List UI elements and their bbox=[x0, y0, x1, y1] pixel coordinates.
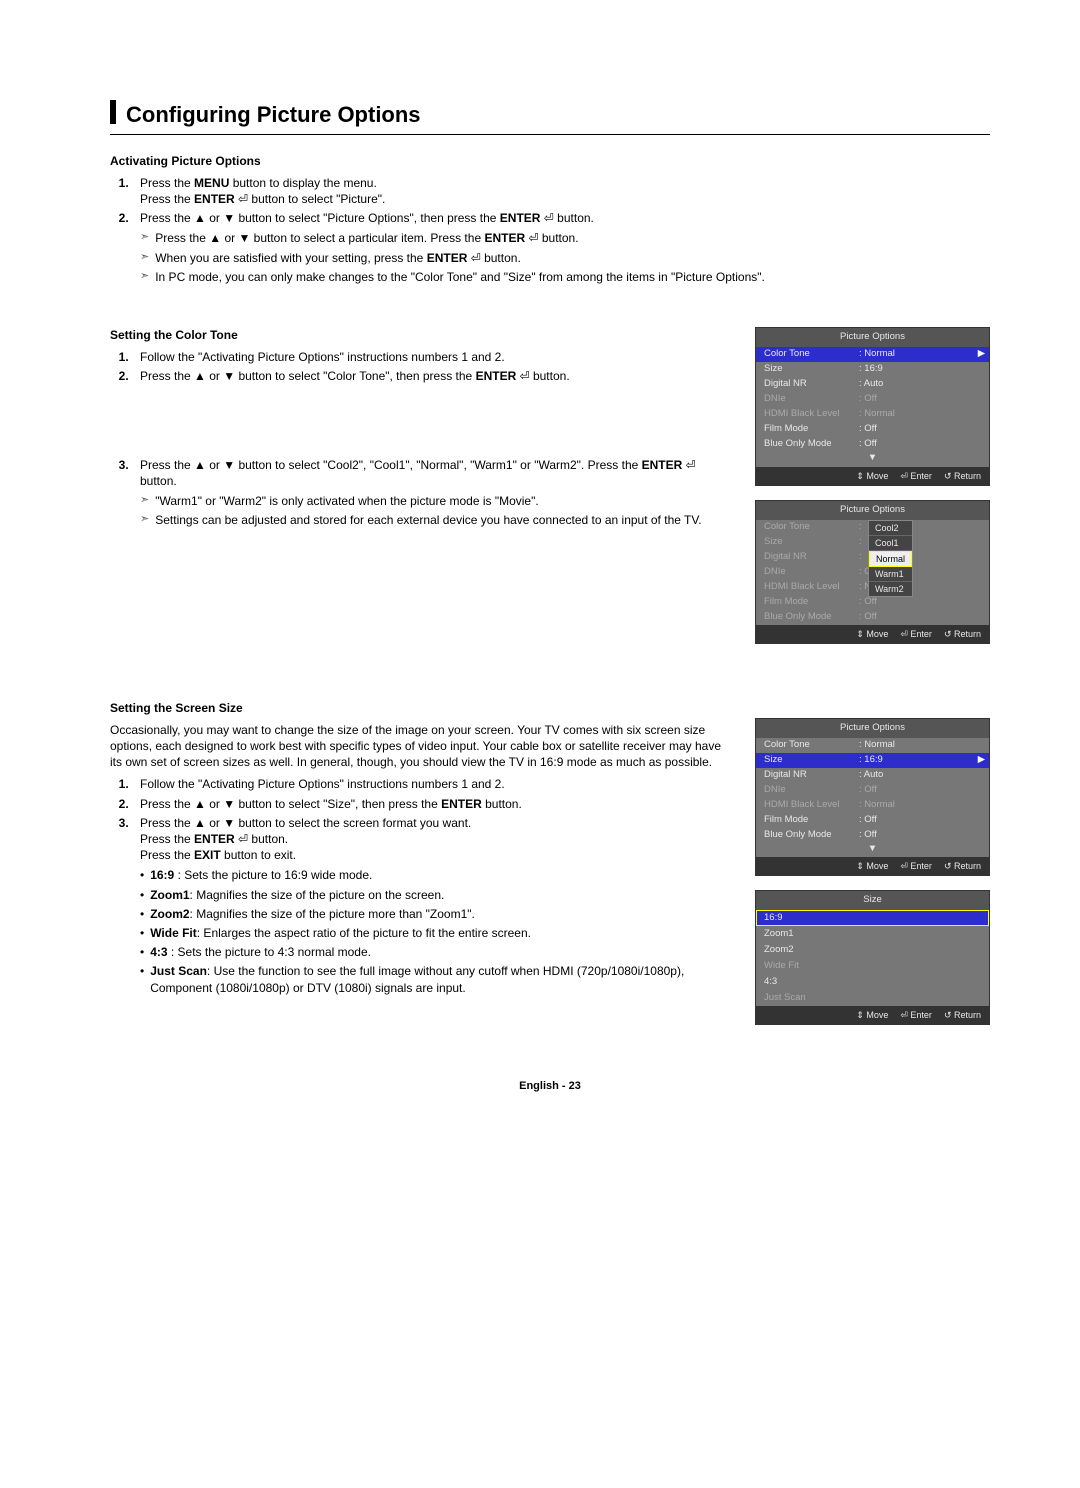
ct-step-2: Press the ▲ or ▼ button to select "Color… bbox=[132, 368, 735, 384]
screensize-intro: Occasionally, you may want to change the… bbox=[110, 722, 735, 771]
bullet-169: 16:9 : Sets the picture to 16:9 wide mod… bbox=[140, 867, 735, 883]
osd1-row-size[interactable]: Size16:9 bbox=[756, 362, 989, 377]
section-activating: Activating Picture Options Press the MEN… bbox=[110, 153, 990, 285]
osd1-row-hdmi: HDMI Black LevelNormal bbox=[756, 407, 989, 422]
osd3-row-dnie: DNIeOff bbox=[756, 783, 989, 798]
osd2-row-blue: Blue Only ModeOff bbox=[756, 610, 989, 625]
size-opt-43[interactable]: 4:3 bbox=[756, 974, 989, 990]
osd1-row-blue[interactable]: Blue Only ModeOff bbox=[756, 437, 989, 452]
opt-normal[interactable]: Normal bbox=[869, 551, 912, 567]
osd3-row-colortone[interactable]: Color ToneNormal bbox=[756, 738, 989, 753]
title-accent bbox=[110, 100, 116, 124]
osd4-title: Size bbox=[756, 891, 989, 910]
colortone-steps-2: Press the ▲ or ▼ button to select "Cool2… bbox=[110, 457, 735, 489]
page-footer: English - 23 bbox=[110, 1079, 990, 1094]
ct-note-2: Settings can be adjusted and stored for … bbox=[140, 512, 735, 528]
screensize-steps: Follow the "Activating Picture Options" … bbox=[110, 776, 735, 863]
size-opt-169[interactable]: 16:9 bbox=[756, 910, 989, 926]
size-opt-zoom2[interactable]: Zoom2 bbox=[756, 942, 989, 958]
bullet-widefit: Wide Fit: Enlarges the aspect ratio of t… bbox=[140, 925, 735, 941]
osd3-row-film[interactable]: Film ModeOff bbox=[756, 813, 989, 828]
osd-panel-2: Picture Options Color Tone Size Digital … bbox=[755, 500, 990, 644]
bullet-zoom1: Zoom1: Magnifies the size of the picture… bbox=[140, 887, 735, 903]
osd1-title: Picture Options bbox=[756, 328, 989, 347]
osd1-footer: ⇕ Move ⏎ Enter ↺ Return bbox=[756, 467, 989, 485]
ct-step-1: Follow the "Activating Picture Options" … bbox=[132, 349, 735, 365]
osd2-title: Picture Options bbox=[756, 501, 989, 520]
heading-activating: Activating Picture Options bbox=[110, 153, 990, 169]
size-opt-widefit: Wide Fit bbox=[756, 958, 989, 974]
osd4-footer: ⇕ Move ⏎ Enter ↺ Return bbox=[756, 1006, 989, 1024]
osd3-title: Picture Options bbox=[756, 719, 989, 738]
heading-screen-size: Setting the Screen Size bbox=[110, 700, 735, 716]
bullet-43: 4:3 : Sets the picture to 4:3 normal mod… bbox=[140, 944, 735, 960]
size-opt-justscan: Just Scan bbox=[756, 990, 989, 1006]
osd3-row-blue[interactable]: Blue Only ModeOff bbox=[756, 828, 989, 843]
section-color-tone: Setting the Color Tone Follow the "Activ… bbox=[110, 327, 990, 658]
bullet-zoom2: Zoom2: Magnifies the size of the picture… bbox=[140, 906, 735, 922]
ct-note-1: "Warm1" or "Warm2" is only activated whe… bbox=[140, 493, 735, 509]
ct-step-3: Press the ▲ or ▼ button to select "Cool2… bbox=[132, 457, 735, 489]
osd1-row-dnr[interactable]: Digital NRAuto bbox=[756, 377, 989, 392]
opt-warm2[interactable]: Warm2 bbox=[869, 582, 912, 596]
osd1-row-colortone[interactable]: Color ToneNormal▶ bbox=[756, 347, 989, 362]
ss-step-1: Follow the "Activating Picture Options" … bbox=[132, 776, 735, 792]
size-bullets: 16:9 : Sets the picture to 16:9 wide mod… bbox=[110, 867, 735, 995]
step-1: Press the MENU button to display the men… bbox=[132, 175, 990, 207]
osd1-down-icon: ▼ bbox=[756, 452, 989, 467]
ss-step-3: Press the ▲ or ▼ button to select the sc… bbox=[132, 815, 735, 864]
osd3-row-hdmi: HDMI Black LevelNormal bbox=[756, 798, 989, 813]
osd-panel-size: Size 16:9 Zoom1 Zoom2 Wide Fit 4:3 Just … bbox=[755, 890, 990, 1025]
note-1: Press the ▲ or ▼ button to select a part… bbox=[140, 230, 990, 246]
play-icon: ▶ bbox=[978, 754, 985, 767]
activating-steps: Press the MENU button to display the men… bbox=[110, 175, 990, 227]
ss-step-2: Press the ▲ or ▼ button to select "Size"… bbox=[132, 796, 735, 812]
note-2: When you are satisfied with your setting… bbox=[140, 250, 990, 266]
colortone-dropdown[interactable]: Cool2 Cool1 Normal Warm1 Warm2 bbox=[868, 520, 913, 598]
size-opt-zoom1[interactable]: Zoom1 bbox=[756, 926, 989, 942]
osd3-down-icon: ▼ bbox=[756, 843, 989, 858]
opt-cool2[interactable]: Cool2 bbox=[869, 521, 912, 536]
osd3-row-dnr[interactable]: Digital NRAuto bbox=[756, 768, 989, 783]
page-title: Configuring Picture Options bbox=[126, 100, 421, 130]
play-icon: ▶ bbox=[978, 348, 985, 361]
osd3-footer: ⇕ Move ⏎ Enter ↺ Return bbox=[756, 857, 989, 875]
note-3: In PC mode, you can only make changes to… bbox=[140, 269, 990, 285]
step-2: Press the ▲ or ▼ button to select "Pictu… bbox=[132, 210, 990, 226]
bullet-justscan: Just Scan: Use the function to see the f… bbox=[140, 963, 735, 995]
osd2-footer: ⇕ Move ⏎ Enter ↺ Return bbox=[756, 625, 989, 643]
osd-panel-3: Picture Options Color ToneNormal Size16:… bbox=[755, 718, 990, 877]
opt-cool1[interactable]: Cool1 bbox=[869, 536, 912, 551]
osd3-row-size[interactable]: Size16:9▶ bbox=[756, 753, 989, 768]
osd1-row-film[interactable]: Film ModeOff bbox=[756, 422, 989, 437]
colortone-steps: Follow the "Activating Picture Options" … bbox=[110, 349, 735, 384]
osd-panel-1: Picture Options Color ToneNormal▶ Size16… bbox=[755, 327, 990, 486]
osd1-row-dnie: DNIeOff bbox=[756, 392, 989, 407]
page-title-bar: Configuring Picture Options bbox=[110, 100, 990, 135]
opt-warm1[interactable]: Warm1 bbox=[869, 567, 912, 582]
section-screen-size: Setting the Screen Size Occasionally, yo… bbox=[110, 700, 990, 1040]
heading-color-tone: Setting the Color Tone bbox=[110, 327, 735, 343]
